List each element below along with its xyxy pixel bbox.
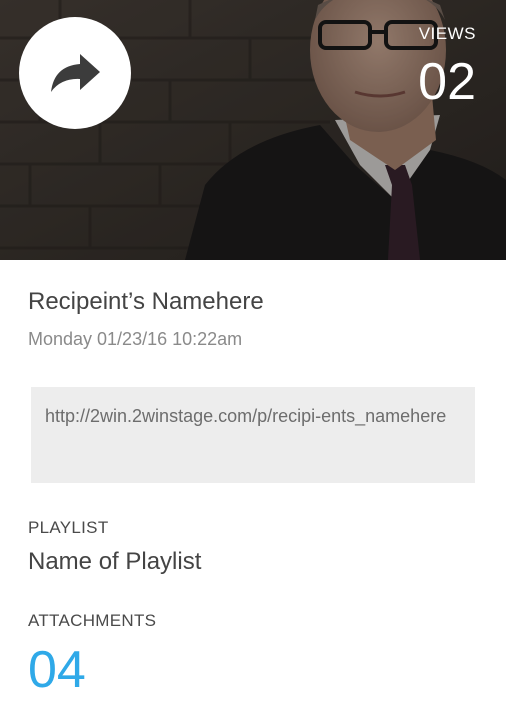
playlist-name: Name of Playlist — [28, 548, 202, 575]
views-label: VIEWS — [418, 24, 476, 43]
attachments-count[interactable]: 04 — [28, 640, 86, 700]
share-button[interactable] — [19, 17, 131, 129]
playlist-label: PLAYLIST — [28, 518, 109, 537]
views-count: 02 — [418, 53, 476, 111]
share-link-field[interactable]: http://2win.2winstage.com/p/recipi-ents_… — [31, 387, 475, 483]
hero-photo-banner: VIEWS 02 — [0, 0, 506, 260]
recipient-name: Recipeint’s Namehere — [28, 288, 264, 315]
attachments-label: ATTACHMENTS — [28, 611, 157, 630]
sent-date: Monday 01/23/16 10:22am — [28, 329, 243, 349]
share-arrow-icon — [51, 54, 100, 92]
